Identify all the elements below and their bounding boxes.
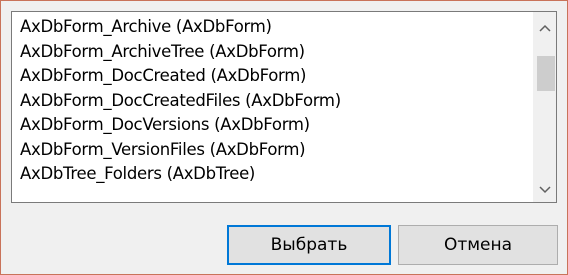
cancel-button[interactable]: Отмена [398, 225, 558, 265]
select-dialog: AxDbForm_Archive (AxDbForm) AxDbForm_Arc… [0, 0, 568, 275]
list-item[interactable]: AxDbForm_DocCreated (AxDbForm) [12, 64, 534, 89]
list-item[interactable]: AxDbForm_Archive (AxDbForm) [12, 15, 534, 40]
list-item[interactable]: AxDbForm_DocCreatedFiles (AxDbForm) [12, 89, 534, 114]
form-listbox[interactable]: AxDbForm_Archive (AxDbForm) AxDbForm_Arc… [11, 11, 557, 203]
select-button[interactable]: Выбрать [227, 225, 391, 265]
list-item[interactable]: AxDbForm_DocVersions (AxDbForm) [12, 113, 534, 138]
vertical-scrollbar[interactable] [533, 12, 556, 202]
list-item[interactable]: AxDbTree_Folders (AxDbTree) [12, 162, 534, 187]
chevron-up-icon[interactable] [534, 16, 556, 38]
list-item[interactable]: AxDbForm_VersionFiles (AxDbForm) [12, 138, 534, 163]
scrollbar-thumb[interactable] [537, 56, 555, 91]
chevron-down-icon[interactable] [534, 178, 556, 200]
list-item[interactable]: AxDbForm_ArchiveTree (AxDbForm) [12, 40, 534, 65]
form-list: AxDbForm_Archive (AxDbForm) AxDbForm_Arc… [12, 15, 534, 187]
